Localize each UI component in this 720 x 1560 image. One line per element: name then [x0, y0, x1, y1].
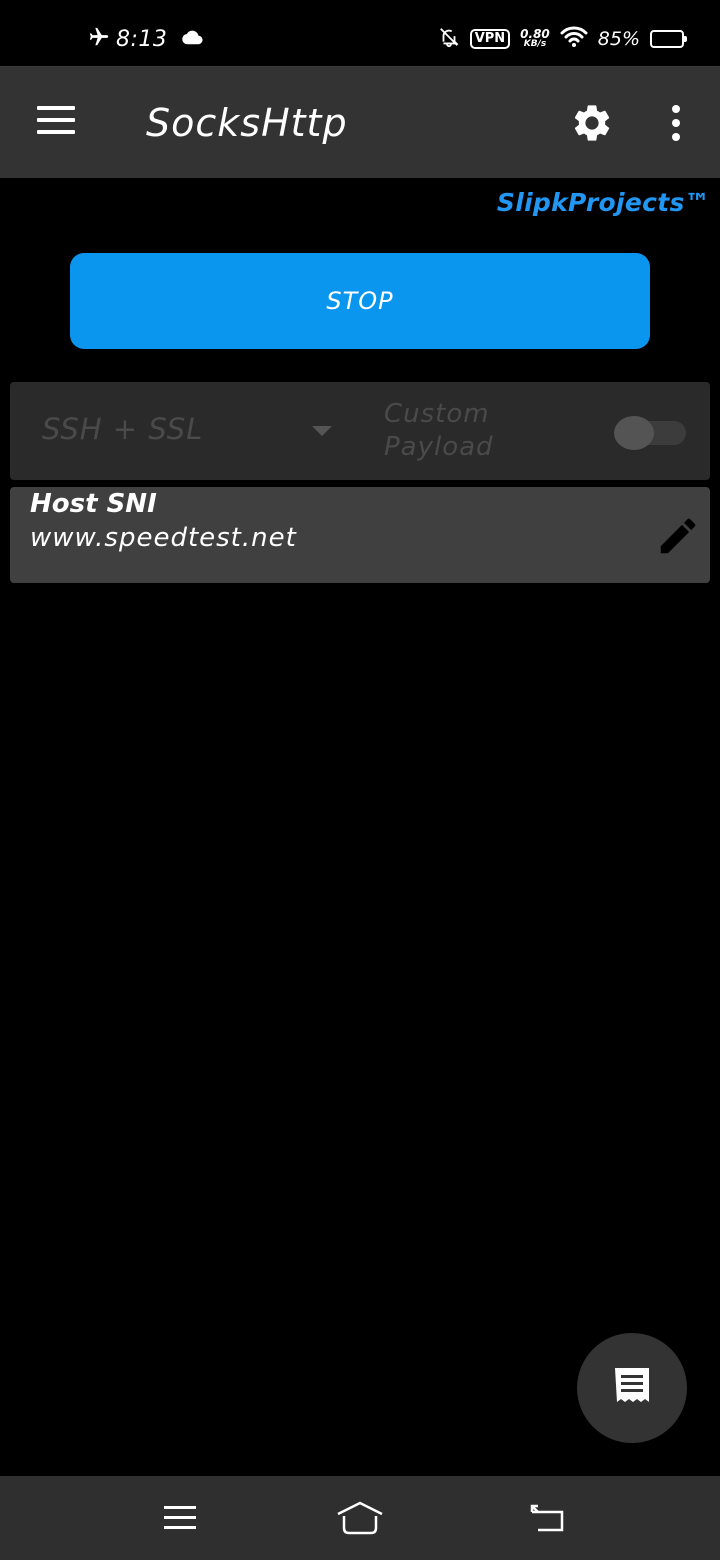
- screen: 8:13 VPN 0.80 KB/s 85% SocksHttp SlipkPr…: [0, 0, 720, 1560]
- payload-label-line1: Custom: [384, 399, 490, 429]
- vpn-icon: VPN: [469, 29, 511, 49]
- toggle-thumb: [614, 416, 654, 450]
- net-speed: 0.80 KB/s: [520, 27, 550, 49]
- net-speed-unit: KB/s: [523, 39, 547, 49]
- battery-percent: 85%: [597, 28, 640, 50]
- clock-time: 8:13: [116, 26, 168, 52]
- custom-payload-label: Custom Payload: [384, 398, 494, 464]
- gear-icon[interactable]: [570, 101, 614, 145]
- pencil-icon[interactable]: [654, 513, 704, 559]
- status-left: 8:13: [88, 22, 203, 56]
- chevron-down-icon[interactable]: [312, 426, 332, 436]
- status-right: VPN 0.80 KB/s 85%: [438, 22, 687, 56]
- bell-off-icon: [438, 25, 460, 53]
- brand-label: SlipkProjects™: [496, 188, 710, 217]
- tunnel-type-select[interactable]: SSH + SSL: [42, 412, 203, 446]
- status-bar: 8:13 VPN 0.80 KB/s 85%: [0, 0, 720, 66]
- app-title: SocksHttp: [146, 101, 348, 145]
- mode-card: SSH + SSL Custom Payload: [10, 382, 710, 480]
- host-sni-label: Host SNI: [30, 489, 157, 519]
- stop-button[interactable]: STOP: [70, 253, 650, 349]
- more-vert-icon[interactable]: [662, 103, 690, 143]
- menu-icon[interactable]: [36, 105, 76, 137]
- host-sni-value: www.speedtest.net: [30, 523, 297, 553]
- cloud-icon: [181, 29, 203, 49]
- net-speed-value: 0.80: [520, 27, 550, 41]
- log-icon: [613, 1366, 651, 1410]
- custom-payload-toggle[interactable]: [614, 416, 686, 450]
- log-fab-button[interactable]: [577, 1333, 687, 1443]
- back-icon[interactable]: [523, 1498, 573, 1538]
- home-icon[interactable]: [335, 1498, 385, 1538]
- battery-icon: [650, 30, 687, 48]
- app-bar: SocksHttp: [0, 66, 720, 178]
- payload-label-line2: Payload: [384, 432, 494, 462]
- wifi-icon: [560, 26, 588, 52]
- host-sni-card[interactable]: Host SNI www.speedtest.net: [10, 487, 710, 583]
- system-nav-bar: [0, 1476, 720, 1560]
- recents-icon[interactable]: [155, 1498, 205, 1538]
- airplane-icon: [88, 26, 110, 52]
